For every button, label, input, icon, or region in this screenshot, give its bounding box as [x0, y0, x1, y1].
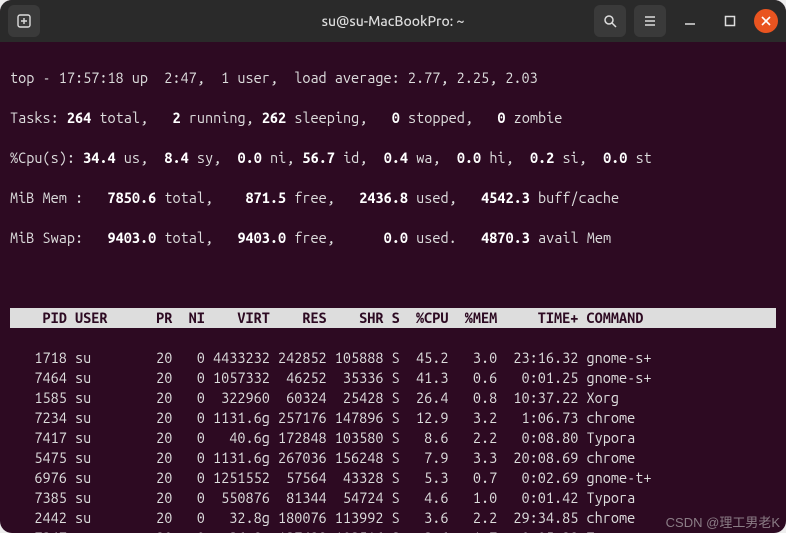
terminal-output[interactable]: top - 17:57:18 up 2:47, 1 user, load ave…: [0, 42, 786, 533]
top-summary-line: top - 17:57:18 up 2:47, 1 user, load ave…: [10, 68, 776, 88]
process-row: 1585 su 20 0 322960 60324 25428 S 26.4 0…: [10, 388, 776, 408]
terminal-window: su@su-MacBookPro: ~ top - 17:57:18 up 2:…: [0, 0, 786, 533]
hamburger-icon: [643, 14, 657, 28]
minimize-button[interactable]: [674, 5, 706, 37]
close-icon: [761, 16, 771, 26]
minimize-icon: [684, 15, 696, 27]
process-table-header: PID USER PR NI VIRT RES SHR S %CPU %MEM …: [10, 308, 776, 328]
top-cpu-line: %Cpu(s): 34.4 us, 8.4 sy, 0.0 ni, 56.7 i…: [10, 148, 776, 168]
process-table-body: 1718 su 20 0 4433232 242852 105888 S 45.…: [10, 348, 776, 533]
process-row: 7347 su 20 0 36.8g 137428 103516 S 3.6 1…: [10, 528, 776, 533]
process-row: 7417 su 20 0 40.6g 172848 103580 S 8.6 2…: [10, 428, 776, 448]
top-mem-line: MiB Mem : 7850.6 total, 871.5 free, 2436…: [10, 188, 776, 208]
search-icon: [603, 14, 617, 28]
top-swap-line: MiB Swap: 9403.0 total, 9403.0 free, 0.0…: [10, 228, 776, 248]
close-button[interactable]: [754, 9, 778, 33]
process-row: 7385 su 20 0 550876 81344 54724 S 4.6 1.…: [10, 488, 776, 508]
top-tasks-line: Tasks: 264 total, 2 running, 262 sleepin…: [10, 108, 776, 128]
menu-button[interactable]: [634, 5, 666, 37]
titlebar: su@su-MacBookPro: ~: [0, 0, 786, 42]
process-row: 7464 su 20 0 1057332 46252 35336 S 41.3 …: [10, 368, 776, 388]
new-tab-button[interactable]: [8, 5, 40, 37]
window-title: su@su-MacBookPro: ~: [0, 13, 786, 29]
process-row: 2442 su 20 0 32.8g 180076 113992 S 3.6 2…: [10, 508, 776, 528]
process-row: 7234 su 20 0 1131.6g 257176 147896 S 12.…: [10, 408, 776, 428]
maximize-button[interactable]: [714, 5, 746, 37]
process-row: 6976 su 20 0 1251552 57564 43328 S 5.3 0…: [10, 468, 776, 488]
process-row: 1718 su 20 0 4433232 242852 105888 S 45.…: [10, 348, 776, 368]
process-row: 5475 su 20 0 1131.6g 267036 156248 S 7.9…: [10, 448, 776, 468]
search-button[interactable]: [594, 5, 626, 37]
maximize-icon: [724, 15, 736, 27]
